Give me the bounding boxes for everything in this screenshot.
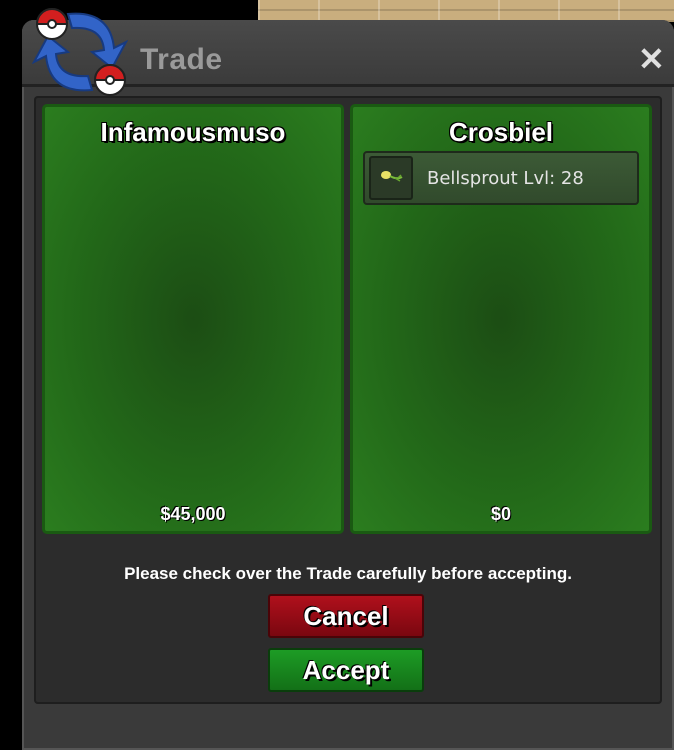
accept-button[interactable]: Accept <box>268 648 424 692</box>
trade-item[interactable]: Bellsprout Lvl: 28 <box>363 151 639 205</box>
trade-logo-icon <box>32 8 128 96</box>
close-icon[interactable]: ✕ <box>638 43 665 75</box>
money-offer: $45,000 <box>160 504 226 524</box>
cancel-button[interactable]: Cancel <box>268 594 424 638</box>
item-label: Bellsprout Lvl: 28 <box>427 168 584 189</box>
trade-notice: Please check over the Trade carefully be… <box>124 564 572 583</box>
partner-offer-panel: Crosbiel Bellsprout Lvl: 28 $0 <box>350 104 652 534</box>
my-offer-panel: Infamousmuso $45,000 <box>42 104 344 534</box>
trade-window: Trade ✕ Infamousmuso $45,000 Crosbiel Be… <box>22 20 674 750</box>
window-title: Trade <box>140 43 223 76</box>
bellsprout-icon <box>369 156 413 200</box>
player-name: Crosbiel <box>448 117 554 147</box>
trade-body: Infamousmuso $45,000 Crosbiel Bellsprout… <box>34 96 662 704</box>
money-offer: $0 <box>490 504 512 524</box>
background-scenery <box>258 0 674 22</box>
player-name: Infamousmuso <box>100 117 286 147</box>
